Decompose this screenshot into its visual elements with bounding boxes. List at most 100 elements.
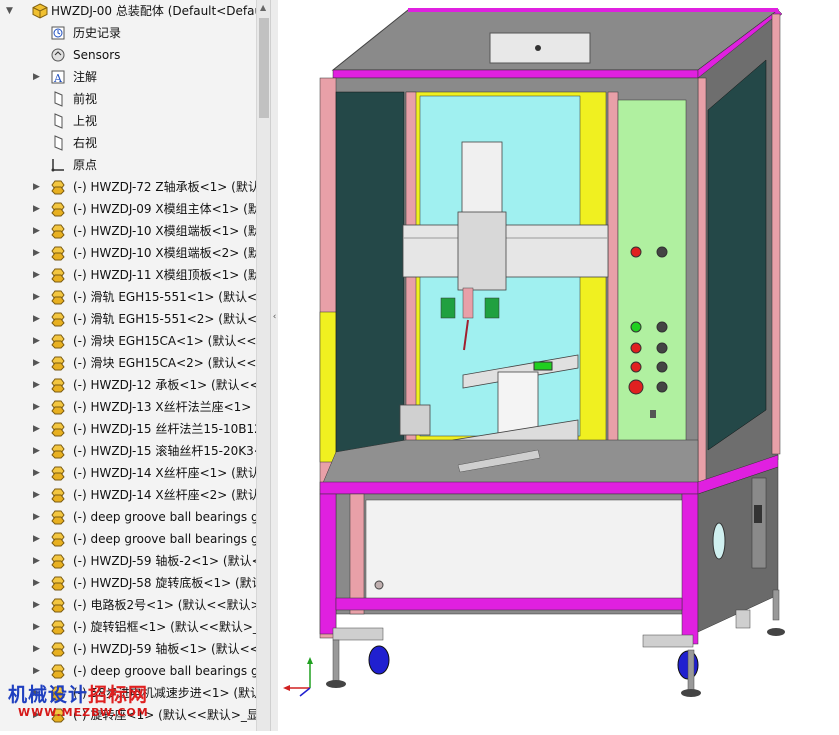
tree-item[interactable]: ▶ (-) 滑块 EGH15CA<1> (默认<<默: [0, 330, 270, 352]
tree-item[interactable]: ▶ (-) HWZDJ-59 轴板<1> (默认<<默: [0, 638, 270, 660]
part-icon: [50, 597, 66, 613]
tree-item[interactable]: ▶ (-) 电路板2号<1> (默认<<默认>_: [0, 594, 270, 616]
tree-item[interactable]: ▶ (-) HWZDJ-13 X丝杆法兰座<1> (: [0, 396, 270, 418]
tree-item[interactable]: ▶ (-) HWZDJ-15 滚轴丝杆15-20K3<: [0, 440, 270, 462]
tree-item[interactable]: ▶ (-) deep groove ball bearings g: [0, 660, 270, 682]
tree-item[interactable]: ▶ (-) HWZDJ-72 Z轴承板<1> (默认: [0, 176, 270, 198]
collapse-arrow-icon[interactable]: ▼: [6, 0, 16, 22]
expand-arrow-icon[interactable]: ▶: [33, 66, 43, 88]
expand-arrow-icon[interactable]: ▶: [33, 462, 43, 484]
scroll-up-icon[interactable]: ▲: [260, 3, 266, 12]
coordinate-triad: [283, 657, 313, 697]
part-icon: [50, 531, 66, 547]
assembly-model: [283, 8, 785, 697]
tree-item[interactable]: 历史记录: [0, 22, 270, 44]
tree-item-label: (-) 电路板2号<1> (默认<<默认>_: [73, 598, 267, 612]
feature-manager-tree: ▼ HWZDJ-00 总装配体 (Default<Defau 历史记录 Sensors…: [0, 0, 270, 731]
expand-arrow-icon[interactable]: ▶: [33, 308, 43, 330]
tree-item-label: (-) 滑块 EGH15CA<2> (默认<<默: [73, 356, 269, 370]
history-icon: [50, 25, 66, 41]
tree-item-label: (-) HWZDJ-15 滚轴丝杆15-20K3<: [73, 444, 264, 458]
watermark-text-b: 招标网: [88, 684, 149, 706]
tree-item-label: (-) HWZDJ-10 X模组端板<1> (默: [73, 224, 260, 238]
expand-arrow-icon[interactable]: ▶: [33, 396, 43, 418]
svg-text:A: A: [53, 72, 63, 85]
graphics-viewport[interactable]: [278, 0, 839, 731]
expand-arrow-icon[interactable]: ▶: [33, 330, 43, 352]
annotation-icon: A: [50, 69, 66, 85]
tree-item-label: 前视: [73, 92, 98, 106]
expand-arrow-icon[interactable]: ▶: [33, 528, 43, 550]
part-icon: [50, 267, 66, 283]
expand-arrow-icon[interactable]: ▶: [33, 242, 43, 264]
right-glass-upper: [707, 59, 767, 451]
tree-item[interactable]: ▶ A 注解: [0, 66, 270, 88]
tree-item-label: (-) 滑轨 EGH15-551<1> (默认<<: [73, 290, 268, 304]
plane-icon: [50, 113, 66, 129]
tree-item[interactable]: ▶ (-) HWZDJ-10 X模组端板<2> (默: [0, 242, 270, 264]
expand-arrow-icon[interactable]: ▶: [33, 286, 43, 308]
part-icon: [50, 311, 66, 327]
expand-arrow-icon[interactable]: ▶: [33, 484, 43, 506]
tree-item-label: (-) HWZDJ-15 丝杆法兰15-10B12: [73, 422, 262, 436]
tree-item[interactable]: 上视: [0, 110, 270, 132]
expand-arrow-icon[interactable]: ▶: [33, 638, 43, 660]
part-icon: [50, 421, 66, 437]
expand-arrow-icon[interactable]: ▶: [33, 594, 43, 616]
tree-item[interactable]: ▶ (-) HWZDJ-58 旋转底板<1> (默认: [0, 572, 270, 594]
tree-root-assembly[interactable]: ▼ HWZDJ-00 总装配体 (Default<Defau: [0, 0, 270, 22]
tree-item[interactable]: ▶ (-) HWZDJ-11 X模组顶板<1> (默: [0, 264, 270, 286]
watermark-url: WWW.MEZBW.COM: [18, 706, 149, 719]
expand-arrow-icon[interactable]: ▶: [33, 418, 43, 440]
expand-arrow-icon[interactable]: ▶: [33, 374, 43, 396]
tree-item-label: 上视: [73, 114, 98, 128]
expand-arrow-icon[interactable]: ▶: [33, 506, 43, 528]
part-icon: [50, 289, 66, 305]
expand-arrow-icon[interactable]: ▶: [33, 572, 43, 594]
tree-item[interactable]: ▶ (-) 滑轨 EGH15-551<2> (默认<<: [0, 308, 270, 330]
expand-arrow-icon[interactable]: ▶: [33, 440, 43, 462]
expand-arrow-icon[interactable]: ▶: [33, 176, 43, 198]
tree-item[interactable]: ▶ (-) HWZDJ-09 X模组主体<1> (默: [0, 198, 270, 220]
tree-item[interactable]: ▶ (-) 旋转铝框<1> (默认<<默认>_显: [0, 616, 270, 638]
collapse-panel-icon[interactable]: ‹: [271, 306, 278, 328]
tree-item-label: (-) 滑轨 EGH15-551<2> (默认<<: [73, 312, 268, 326]
expand-arrow-icon[interactable]: ▶: [33, 264, 43, 286]
tree-item-label: (-) HWZDJ-58 旋转底板<1> (默认: [73, 576, 264, 590]
tree-item[interactable]: ▶ (-) HWZDJ-10 X模组端板<1> (默: [0, 220, 270, 242]
tree-item[interactable]: Sensors: [0, 44, 270, 66]
tree-item[interactable]: ▶ (-) 滑轨 EGH15-551<1> (默认<<: [0, 286, 270, 308]
assembly-icon: [32, 3, 48, 19]
tree-item[interactable]: ▶ (-) deep groove ball bearings g: [0, 528, 270, 550]
tree-item[interactable]: ▶ (-) HWZDJ-59 轴板-2<1> (默认<: [0, 550, 270, 572]
tree-item-label: (-) HWZDJ-09 X模组主体<1> (默: [73, 202, 260, 216]
tree-item[interactable]: ▶ (-) HWZDJ-12 承板<1> (默认<<: [0, 374, 270, 396]
tree-item[interactable]: ▶ (-) HWZDJ-15 丝杆法兰15-10B12: [0, 418, 270, 440]
tree-item-label: (-) HWZDJ-72 Z轴承板<1> (默认: [73, 180, 260, 194]
expand-arrow-icon[interactable]: ▶: [33, 198, 43, 220]
tree-item[interactable]: 右视: [0, 132, 270, 154]
part-icon: [50, 333, 66, 349]
expand-arrow-icon[interactable]: ▶: [33, 660, 43, 682]
tree-item-label: (-) 滑块 EGH15CA<1> (默认<<默: [73, 334, 269, 348]
expand-arrow-icon[interactable]: ▶: [33, 220, 43, 242]
tree-item-label: (-) HWZDJ-59 轴板-2<1> (默认<: [73, 554, 262, 568]
expand-arrow-icon[interactable]: ▶: [33, 550, 43, 572]
expand-arrow-icon[interactable]: ▶: [33, 616, 43, 638]
tree-item-label: 注解: [73, 70, 98, 84]
tree-item[interactable]: 原点: [0, 154, 270, 176]
tree-item[interactable]: ▶ (-) 滑块 EGH15CA<2> (默认<<默: [0, 352, 270, 374]
tree-item-label: (-) deep groove ball bearings g: [73, 532, 259, 546]
plane-icon: [50, 91, 66, 107]
tree-item[interactable]: ▶ (-) deep groove ball bearings g: [0, 506, 270, 528]
tree-item-label: (-) deep groove ball bearings g: [73, 664, 259, 678]
tree-item-label: (-) HWZDJ-14 X丝杆座<2> (默认: [73, 488, 260, 502]
tree-item[interactable]: ▶ (-) HWZDJ-14 X丝杆座<2> (默认: [0, 484, 270, 506]
tree-item[interactable]: 前视: [0, 88, 270, 110]
tree-item-label: 右视: [73, 136, 98, 150]
scrollbar-thumb[interactable]: [259, 18, 269, 118]
plane-icon: [50, 135, 66, 151]
expand-arrow-icon[interactable]: ▶: [33, 352, 43, 374]
tree-scrollbar[interactable]: ▲: [256, 0, 270, 731]
tree-item[interactable]: ▶ (-) HWZDJ-14 X丝杆座<1> (默认: [0, 462, 270, 484]
